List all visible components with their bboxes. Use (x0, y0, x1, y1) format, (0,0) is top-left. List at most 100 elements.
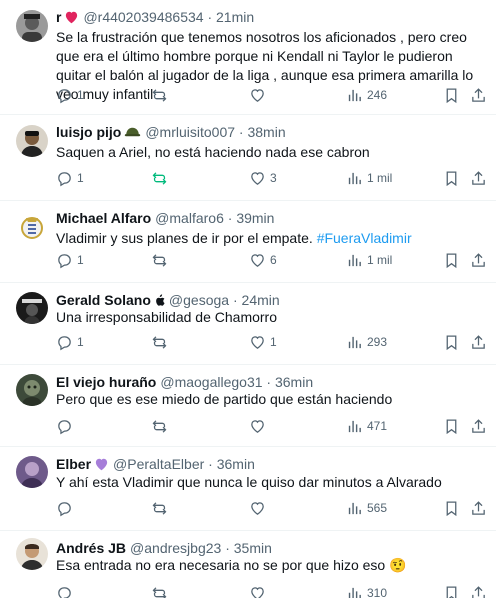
like-button[interactable] (249, 582, 270, 598)
reply-button[interactable] (56, 497, 77, 519)
reply-button[interactable]: 1 (56, 84, 84, 106)
views-count: 471 (367, 419, 388, 433)
bookmark-button[interactable] (443, 497, 460, 519)
user-handle[interactable]: @mrluisito007 (145, 124, 235, 140)
repost-icon (151, 500, 168, 517)
like-button[interactable] (249, 84, 270, 106)
avatar[interactable] (16, 292, 48, 324)
like-button[interactable]: 3 (249, 167, 277, 189)
bookmark-button[interactable] (443, 84, 460, 106)
display-name[interactable]: r (56, 9, 61, 25)
repost-icon (151, 87, 168, 104)
repost-button[interactable] (151, 249, 172, 271)
reply-button[interactable] (56, 415, 77, 437)
bookmark-button[interactable] (443, 331, 460, 353)
share-button[interactable] (470, 582, 487, 598)
views-button[interactable]: 471 (346, 415, 387, 437)
bookmark-button[interactable] (443, 249, 460, 271)
user-handle[interactable]: @gesoga (169, 292, 229, 308)
display-name[interactable]: Gerald Solano (56, 292, 151, 308)
bookmark-icon (443, 170, 460, 187)
reply-count: 1 (77, 88, 84, 102)
bookmark-button[interactable] (443, 415, 460, 437)
user-handle[interactable]: @andresjbg23 (130, 540, 221, 556)
repost-button[interactable] (151, 415, 172, 437)
like-button[interactable]: 1 (249, 331, 277, 353)
display-name[interactable]: Michael Alfaro (56, 210, 151, 226)
repost-icon (151, 170, 168, 187)
bookmark-icon (443, 585, 460, 598)
reply-icon (56, 87, 73, 104)
views-button[interactable]: 565 (346, 497, 387, 519)
repost-button[interactable] (151, 582, 172, 598)
purple-heart-icon (94, 457, 109, 473)
timestamp[interactable]: 36min (217, 456, 255, 472)
reply-button[interactable]: 1 (56, 331, 84, 353)
tweet[interactable]: El viejo huraño @maogallego31 · 36min Per… (0, 365, 496, 447)
tweet[interactable]: Gerald Solano @gesoga · 24min Una irrespo… (0, 283, 496, 365)
avatar[interactable] (16, 456, 48, 488)
views-button[interactable]: 1 mil (346, 249, 392, 271)
hashtag-link[interactable]: #FueraVladimir (317, 230, 412, 246)
display-name[interactable]: El viejo huraño (56, 374, 156, 390)
reply-button[interactable]: 1 (56, 167, 84, 189)
user-handle[interactable]: @malfaro6 (155, 210, 224, 226)
avatar[interactable] (16, 10, 48, 42)
like-icon (249, 334, 266, 351)
timestamp[interactable]: 38min (247, 124, 285, 140)
like-count: 3 (270, 171, 277, 185)
like-button[interactable]: 6 (249, 249, 277, 271)
share-button[interactable] (470, 331, 487, 353)
timestamp[interactable]: 21min (216, 9, 254, 25)
tweet[interactable]: Michael Alfaro @malfaro6 · 39min Vladimir… (0, 201, 496, 283)
reply-button[interactable] (56, 582, 77, 598)
repost-button[interactable] (151, 84, 172, 106)
repost-button[interactable] (151, 331, 172, 353)
user-handle[interactable]: @r4402039486534 (83, 9, 203, 25)
bookmark-button[interactable] (443, 582, 460, 598)
views-button[interactable]: 1 mil (346, 167, 392, 189)
bookmark-icon (443, 334, 460, 351)
reply-button[interactable]: 1 (56, 249, 84, 271)
separator-dot: · (238, 124, 244, 140)
helmet-icon (124, 125, 141, 141)
timestamp[interactable]: 36min (275, 374, 313, 390)
tweet[interactable]: Elber @PeraltaElber · 36min Y ahí esta Vl… (0, 447, 496, 531)
display-name[interactable]: Andrés JB (56, 540, 126, 556)
replies-feed: r @r4402039486534 · 21min Se la frustraci… (0, 0, 496, 598)
repost-button-active[interactable] (151, 167, 172, 189)
avatar[interactable] (16, 374, 48, 406)
bookmark-button[interactable] (443, 167, 460, 189)
avatar[interactable] (16, 125, 48, 157)
views-button[interactable]: 246 (346, 84, 387, 106)
tweet[interactable]: Andrés JB @andresjbg23 · 35min Esa entrad… (0, 531, 496, 598)
share-button[interactable] (470, 167, 487, 189)
views-button[interactable]: 293 (346, 331, 387, 353)
share-button[interactable] (470, 249, 487, 271)
views-button[interactable]: 310 (346, 582, 387, 598)
display-name[interactable]: Elber (56, 456, 91, 472)
user-handle[interactable]: @maogallego31 (160, 374, 262, 390)
views-icon (346, 418, 363, 435)
repost-button[interactable] (151, 497, 172, 519)
user-handle[interactable]: @PeraltaElber (113, 456, 204, 472)
display-name[interactable]: luisjo pijo (56, 124, 121, 140)
tweet[interactable]: luisjo pijo @mrluisito007 · 38min Saquen … (0, 115, 496, 201)
reply-icon (56, 418, 73, 435)
tweet-text-content: Vladimir y sus planes de ir por el empat… (56, 230, 317, 246)
share-button[interactable] (470, 415, 487, 437)
like-button[interactable] (249, 497, 270, 519)
views-count: 565 (367, 501, 388, 515)
share-button[interactable] (470, 497, 487, 519)
timestamp[interactable]: 39min (236, 210, 274, 226)
share-button[interactable] (470, 84, 487, 106)
like-button[interactable] (249, 415, 270, 437)
avatar[interactable] (16, 211, 48, 243)
reply-icon (56, 252, 73, 269)
bookmark-icon (443, 252, 460, 269)
share-icon (470, 87, 487, 104)
tweet[interactable]: r @r4402039486534 · 21min Se la frustraci… (0, 0, 496, 115)
timestamp[interactable]: 35min (234, 540, 272, 556)
avatar[interactable] (16, 538, 48, 570)
timestamp[interactable]: 24min (242, 292, 280, 308)
